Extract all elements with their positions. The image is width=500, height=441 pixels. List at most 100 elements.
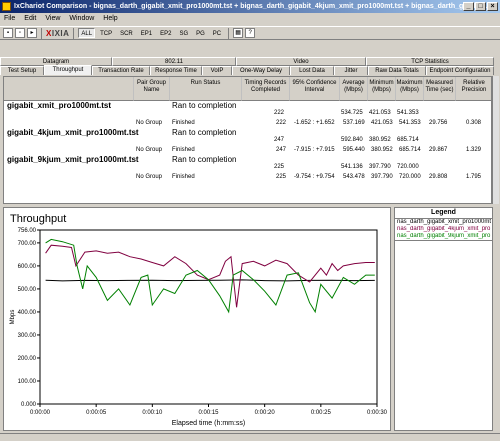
series-line: [45, 279, 375, 282]
run-status: Ran to completion: [172, 155, 237, 164]
sub-maximum-value: 685.714: [399, 147, 421, 153]
tab-test-setup[interactable]: Test Setup: [0, 66, 44, 75]
group-video[interactable]: Video: [236, 57, 366, 66]
sub-timing-records: 222: [276, 120, 287, 126]
filter-pg-button[interactable]: PG: [193, 28, 208, 38]
filter-ep1-button[interactable]: EP1: [137, 28, 156, 38]
filter-pc-button[interactable]: PC: [209, 28, 225, 38]
tab-group-row: Datagram 802.11 Video TCP Statistics: [0, 57, 500, 66]
column-header-relative-precision[interactable]: Relative Precision: [456, 77, 491, 101]
tab-row: Test Setup Throughput Transaction Rate R…: [0, 65, 500, 75]
relative-precision: 0.308: [466, 120, 482, 126]
sub-run-status: Finished: [172, 147, 195, 153]
y-tick-label: 700.00: [18, 241, 37, 247]
average-value: 541.136: [341, 164, 363, 170]
pair-name[interactable]: gigabit_4kjum_xmit_pro1000mt.tst: [7, 128, 139, 137]
pair-name[interactable]: gigabit_9kjum_xmit_pro1000mt.tst: [7, 155, 139, 164]
results-table: Pair Group Name Run Status Timing Record…: [3, 76, 492, 204]
tab-raw-data-totals[interactable]: Raw Data Totals: [368, 66, 426, 75]
pair-group-name: No Group: [136, 120, 163, 126]
tab-one-way-delay[interactable]: One-Way Delay: [232, 66, 290, 75]
sub-timing-records: 225: [276, 174, 287, 180]
legend-item[interactable]: nas_darth_gigabit_9kjum_xmit_pro: [395, 233, 492, 240]
x-tick-label: 0:00:15: [198, 410, 219, 416]
sub-run-status: Finished: [172, 174, 195, 180]
y-tick-label: 600.00: [18, 264, 37, 270]
tab-throughput[interactable]: Throughput: [44, 65, 92, 75]
column-header-timing-records[interactable]: Timing Records Completed: [242, 77, 290, 101]
menu-edit[interactable]: Edit: [24, 13, 36, 25]
help-icon[interactable]: ?: [245, 28, 256, 38]
minimum-value: 397.790: [369, 164, 391, 170]
sub-average-value: 537.169: [343, 120, 365, 126]
menu-bar: File Edit View Window Help: [0, 13, 500, 25]
filter-scr-button[interactable]: SCR: [117, 28, 136, 38]
tab-response-time[interactable]: Response Time: [150, 66, 202, 75]
column-header-average[interactable]: Average (Mbps): [340, 77, 368, 101]
legend-item[interactable]: nas_darth_gigabit_xmit_pro1000mt: [395, 219, 492, 226]
chart-toggle-icon[interactable]: ▦: [233, 28, 244, 38]
confidence-interval: -7.915 : +7.915: [294, 147, 335, 153]
filter-ep2-button[interactable]: EP2: [157, 28, 175, 38]
run-status: Ran to completion: [172, 128, 237, 137]
x-tick-label: 0:00:00: [30, 410, 51, 416]
column-header-pair-group[interactable]: Pair Group Name: [134, 77, 170, 101]
y-tick-label: 756.00: [18, 228, 37, 234]
maximize-button[interactable]: □: [475, 2, 486, 11]
status-bar: [0, 433, 500, 441]
sub-timing-records: 247: [276, 147, 287, 153]
sub-average-value: 543.478: [343, 174, 365, 180]
menu-file[interactable]: File: [4, 13, 15, 25]
pair-name[interactable]: gigabit_xmit_pro1000mt.tst: [7, 101, 111, 110]
minimize-button[interactable]: _: [463, 2, 474, 11]
maximum-value: 685.714: [397, 137, 419, 143]
tab-voip[interactable]: VoIP: [202, 66, 232, 75]
column-header-maximum[interactable]: Maximum (Mbps): [396, 77, 424, 101]
minimum-value: 380.952: [369, 137, 391, 143]
column-header-confidence[interactable]: 95% Confidence Interval: [290, 77, 340, 101]
column-header-pair[interactable]: [4, 77, 134, 101]
table-scrollbar[interactable]: [492, 76, 499, 204]
column-header-measured-time[interactable]: Measured Time (sec): [424, 77, 456, 101]
y-tick-label: 200.00: [18, 356, 37, 362]
filter-all-button[interactable]: ALL: [78, 28, 96, 38]
y-tick-label: 500.00: [18, 287, 37, 293]
relative-precision: 1.329: [466, 147, 482, 153]
toolbar-separator: [73, 27, 75, 39]
relative-precision: 1.795: [466, 174, 482, 180]
tab-jitter[interactable]: Jitter: [334, 66, 368, 75]
measured-time: 29.867: [429, 147, 448, 153]
maximum-value: 720.000: [397, 164, 419, 170]
export-icon[interactable]: ▸: [27, 28, 37, 38]
maximum-value: 541.353: [397, 110, 419, 116]
column-header-run-status[interactable]: Run Status: [170, 77, 242, 101]
y-tick-label: 0.000: [21, 402, 37, 408]
filter-tcp-button[interactable]: TCP: [97, 28, 116, 38]
tab-transaction-rate[interactable]: Transaction Rate: [92, 66, 150, 75]
menu-view[interactable]: View: [45, 13, 60, 25]
tab-endpoint-configuration[interactable]: Endpoint Configuration: [426, 66, 494, 75]
menu-help[interactable]: Help: [103, 13, 117, 25]
sub-average-value: 595.440: [343, 147, 365, 153]
save-icon[interactable]: ▪: [3, 28, 13, 38]
filter-sg-button[interactable]: SG: [176, 28, 192, 38]
y-tick-label: 100.00: [18, 379, 37, 385]
group-802-11[interactable]: 802.11: [112, 57, 236, 66]
legend-item[interactable]: nas_darth_gigabit_4kjum_xmit_pro: [395, 226, 492, 233]
average-value: 592.840: [341, 137, 363, 143]
sub-minimum-value: 380.952: [371, 147, 393, 153]
group-tcp-statistics[interactable]: TCP Statistics: [366, 57, 494, 66]
tab-lost-data[interactable]: Lost Data: [290, 66, 334, 75]
plot-area-frame: [39, 229, 378, 405]
menu-window[interactable]: Window: [69, 13, 94, 25]
timing-records: 225: [274, 164, 285, 170]
sub-minimum-value: 421.053: [371, 120, 393, 126]
close-button[interactable]: ×: [487, 2, 498, 11]
y-tick-label: 400.00: [18, 310, 37, 316]
timing-records: 222: [274, 110, 285, 116]
throughput-chart: 756.00 700.00 600.00 500.00 400.00 300.00 200.…: [10, 228, 388, 427]
column-header-minimum[interactable]: Minimum (Mbps): [368, 77, 396, 101]
sub-maximum-value: 720.000: [399, 174, 421, 180]
print-icon[interactable]: ▫: [15, 28, 25, 38]
legend-title: Legend: [431, 209, 456, 216]
